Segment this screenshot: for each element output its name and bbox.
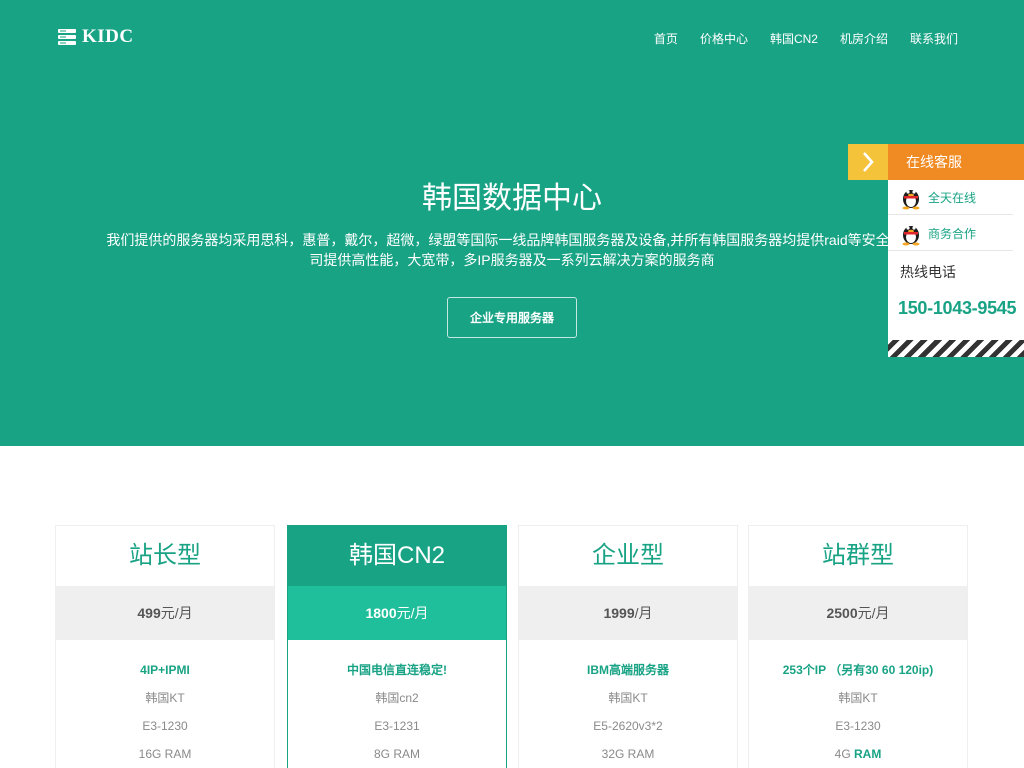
plan-card-webmaster[interactable]: 站长型 499元/月 4IP+IPMI 韩国KT E3-1230 16G RAM [55, 525, 275, 768]
plan-feature: 韩国KT [838, 691, 878, 705]
main-nav: 首页 价格中心 韩国CN2 机房介绍 联系我们 [654, 31, 958, 47]
plan-feature: 32G RAM [601, 747, 655, 761]
plan-price-unit: 元/月 [160, 605, 193, 621]
plan-title: 站群型 [822, 542, 894, 569]
nav-item-pricing[interactable]: 价格中心 [700, 31, 748, 47]
plan-features: 4IP+IPMI 韩国KT E3-1230 16G RAM [56, 640, 274, 768]
enterprise-server-button[interactable]: 企业专用服务器 [447, 297, 577, 338]
plan-feature: 8G RAM [373, 747, 420, 761]
plan-price-unit: /月 [634, 605, 653, 621]
plan-price-amount: 1800 [365, 605, 397, 621]
plan-price: 2500元/月 [749, 586, 967, 640]
plan-features: 253个IP （另有30 60 120ip) 韩国KT E3-1230 4G R… [749, 640, 967, 768]
plan-features: IBM高端服务器 韩国KT E5-2620v3*2 32G RAM [519, 640, 737, 768]
nav-item-datacenter[interactable]: 机房介绍 [840, 31, 888, 47]
plan-price: 1800元/月 [288, 586, 506, 640]
plan-card-site-group[interactable]: 站群型 2500元/月 253个IP （另有30 60 120ip) 韩国KT … [748, 525, 968, 768]
plan-feature: 16G RAM [138, 747, 192, 761]
plan-feature: 韩国KT [608, 691, 648, 705]
plan-price: 499元/月 [56, 586, 274, 640]
hotline-number: 150-1043-9545 [898, 298, 1017, 318]
service-panel-header: 在线客服 [848, 144, 1024, 180]
plan-card-korea-cn2[interactable]: 韩国CN2 1800元/月 中国电信直连稳定! 韩国cn2 E3-1231 8G… [287, 525, 507, 768]
plan-highlight: 中国电信直连稳定! [347, 663, 447, 677]
qq-icon [902, 190, 920, 210]
online-service-panel: 在线客服 全天在线 商务合作 热线电话 150-1043-9545 [848, 144, 1024, 357]
plan-feature-ram: 4G RAM [749, 740, 967, 768]
qq-contact-label: 商务合作 [928, 226, 977, 241]
plan-price-amount: 1999 [603, 605, 635, 621]
plan-highlight: 4IP+IPMI [140, 663, 190, 677]
plan-feature: E3-1231 [374, 719, 420, 733]
service-panel-body: 全天在线 商务合作 热线电话 150-1043-9545 [888, 180, 1024, 357]
qq-contact-label: 全天在线 [928, 190, 977, 205]
nav-item-home[interactable]: 首页 [654, 31, 678, 47]
logo[interactable]: KIDC [58, 26, 134, 48]
nav-item-contact[interactable]: 联系我们 [910, 31, 958, 47]
plan-title: 站长型 [129, 542, 201, 569]
plan-card-enterprise[interactable]: 企业型 1999/月 IBM高端服务器 韩国KT E5-2620v3*2 32G… [518, 525, 738, 768]
plan-feature: E5-2620v3*2 [593, 719, 663, 733]
plan-features: 中国电信直连稳定! 韩国cn2 E3-1231 8G RAM [288, 640, 506, 768]
plan-price-amount: 499 [137, 605, 161, 621]
plan-price-unit: 元/月 [857, 605, 890, 621]
plan-feature: E3-1230 [835, 719, 881, 733]
server-icon [58, 29, 76, 45]
service-panel-title: 在线客服 [888, 144, 1024, 180]
plan-price-amount: 2500 [826, 605, 858, 621]
plan-highlight: 253个IP （另有30 60 120ip) [782, 663, 934, 677]
chevron-right-icon [863, 152, 874, 172]
plan-ram-size: 4G [834, 747, 854, 761]
service-panel-toggle[interactable] [848, 144, 888, 180]
plan-price: 1999/月 [519, 586, 737, 640]
plan-ram-highlight: RAM [854, 747, 882, 761]
plan-title: 韩国CN2 [288, 526, 506, 586]
qq-icon [902, 226, 920, 246]
qq-contact-all-day[interactable]: 全天在线 [888, 180, 1013, 215]
hero-description-line-2: 司提供高性能，大宽带，多IP服务器及一系列云解决方案的服务商 [309, 252, 715, 268]
nav-item-korea-cn2[interactable]: 韩国CN2 [770, 31, 818, 47]
logo-text: KIDC [82, 26, 134, 47]
plan-highlight: IBM高端服务器 [587, 663, 669, 677]
plan-feature: E3-1230 [142, 719, 188, 733]
hotline-label: 热线电话 [900, 264, 956, 280]
plan-feature: 韩国KT [145, 691, 185, 705]
plan-feature: 韩国cn2 [375, 691, 419, 705]
plan-price-unit: 元/月 [396, 605, 429, 621]
hero-description-line-1: 我们提供的服务器均采用思科，惠普，戴尔，超微，绿盟等国际一线品牌韩国服务器及设备… [106, 232, 918, 248]
hero-description: 我们提供的服务器均采用思科，惠普，戴尔，超微，绿盟等国际一线品牌韩国服务器及设备… [50, 230, 974, 270]
decorative-stripes [888, 340, 1024, 357]
plan-title: 企业型 [592, 542, 664, 569]
qq-contact-business[interactable]: 商务合作 [888, 216, 1013, 251]
